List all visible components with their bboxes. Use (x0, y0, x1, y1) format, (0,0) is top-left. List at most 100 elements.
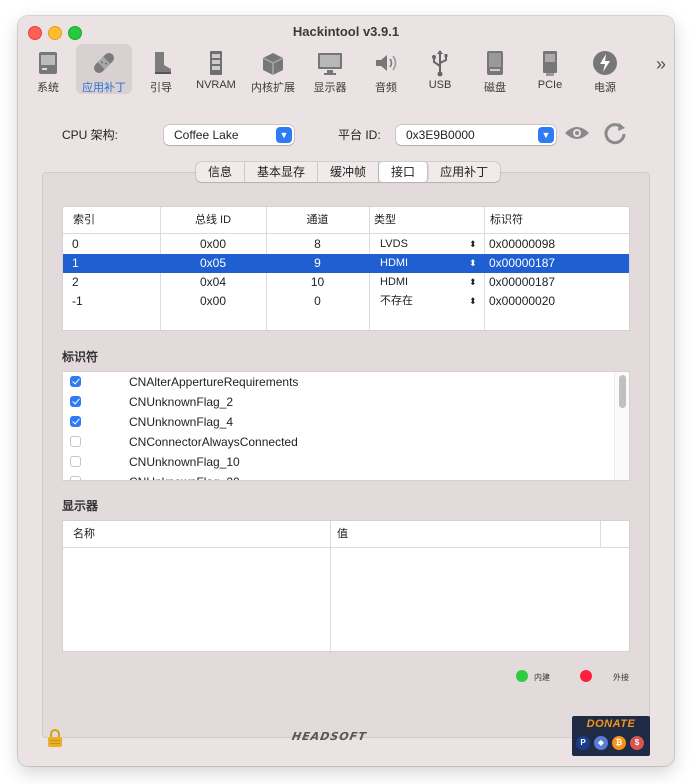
bitcoin-icon: ₿ (612, 736, 626, 750)
bandage-icon (94, 53, 114, 73)
toolbar-item-label: 音频 (375, 82, 397, 94)
usb-icon (432, 50, 448, 77)
toolbar-item-nvram[interactable]: NVRAM (188, 44, 244, 94)
builtin-legend-label: 内建 (534, 673, 550, 682)
toolbar-item-disk[interactable]: 磁盘 (467, 44, 523, 94)
table-row[interactable]: 2 0x04 10 HDMI ⬍ 0x00000187 (63, 273, 629, 292)
flags-section-title: 标识符 (62, 350, 99, 364)
list-item[interactable]: CNAlterAppertureRequirements (63, 372, 615, 392)
column-header-value[interactable]: 值 (337, 521, 348, 547)
flag-checkbox[interactable] (70, 476, 81, 480)
toolbar: 系统 应用补丁 引导 NVRAM 内核扩展 显示器 音频 USB 磁盘 PCIe… (18, 44, 674, 96)
cell-index: 0 (72, 237, 79, 251)
list-item[interactable]: CNUnknownFlag_2 (63, 392, 615, 412)
cell-pipe: 9 (314, 256, 321, 270)
cell-bus-id: 0x04 (199, 275, 227, 289)
column-header-name[interactable]: 名称 (73, 521, 95, 547)
app-window: Hackintool v3.9.1 系统 应用补丁 引导 NVRAM 内核扩展 … (18, 16, 674, 766)
toolbar-item-label: PCIe (537, 79, 563, 91)
cell-flags: 0x00000098 (489, 237, 556, 251)
coin-icon: $ (630, 736, 644, 750)
toolbar-item-usb[interactable]: USB (412, 44, 468, 94)
list-item[interactable]: CNUnknownFlag_10 (63, 452, 615, 472)
cell-flags: 0x00000187 (489, 275, 556, 289)
section-tabs: 信息 基本显存 缓冲帧 接口 应用补丁 (196, 162, 501, 182)
cell-pipe: 10 (310, 275, 325, 289)
cell-bus-id: 0x00 (199, 237, 227, 251)
flags-scrollbar[interactable] (614, 372, 629, 480)
cell-bus-id: 0x00 (199, 294, 227, 308)
toolbar-item-label: NVRAM (196, 79, 236, 91)
flag-label: CNUnknownFlag_4 (129, 415, 234, 429)
displays-section-title: 显示器 (62, 499, 99, 513)
lock-icon[interactable] (46, 728, 64, 748)
toolbar-item-label: 磁盘 (484, 82, 506, 94)
kext-box-icon (262, 53, 284, 75)
tab-info[interactable]: 信息 (196, 162, 246, 182)
column-header-pipe[interactable]: 通道 (266, 207, 369, 233)
nvram-chip-icon (210, 51, 222, 75)
cell-flags: 0x00000187 (489, 256, 556, 270)
toolbar-item-power[interactable]: 电源 (577, 44, 633, 94)
list-item[interactable]: CNConnectorAlwaysConnected (63, 432, 615, 452)
computer-icon (39, 52, 57, 74)
toolbar-item-pcie[interactable]: PCIe (522, 44, 578, 94)
donate-button[interactable]: DONATE P ◆ ₿ $ (572, 716, 650, 756)
flag-checkbox[interactable] (70, 416, 81, 427)
cell-type-select[interactable]: LVDS (380, 235, 408, 254)
platform-id-select[interactable]: 0x3E9B0000 ▼ (396, 125, 556, 145)
cell-type-select[interactable]: HDMI (380, 273, 408, 292)
cell-type-select[interactable]: 不存在 (380, 292, 413, 311)
flag-label: CNAlterAppertureRequirements (129, 375, 299, 389)
flags-scroll-thumb[interactable] (619, 375, 626, 408)
toolbar-item-audio[interactable]: 音频 (358, 44, 414, 94)
list-item[interactable]: CNUnknownFlag_4 (63, 412, 615, 432)
toolbar-item-boot[interactable]: 引导 (133, 44, 189, 94)
headsoft-logo: HEADSOFT (290, 730, 368, 743)
flag-checkbox[interactable] (70, 436, 81, 447)
toolbar-item-label: 系统 (37, 82, 59, 94)
tab-vram[interactable]: 基本显存 (245, 162, 319, 182)
toolbar-item-label: 应用补丁 (82, 82, 126, 94)
flag-label: CNUnknownFlag_2 (129, 395, 234, 409)
flag-checkbox[interactable] (70, 396, 81, 407)
boot-icon (155, 52, 171, 74)
ethereum-icon: ◆ (594, 736, 608, 750)
flag-checkbox[interactable] (70, 376, 81, 387)
toolbar-overflow-button[interactable]: » (656, 54, 666, 75)
tab-connectors[interactable]: 接口 (379, 162, 429, 182)
list-item[interactable]: CNUnknownFlag_20 (63, 472, 615, 480)
platform-id-label: 平台 ID: (338, 128, 381, 142)
eye-icon[interactable] (564, 124, 590, 142)
table-row[interactable]: 0 0x00 8 LVDS ⬍ 0x00000098 (63, 235, 629, 254)
toolbar-item-system[interactable]: 系统 (20, 44, 76, 94)
cpu-architecture-select[interactable]: Coffee Lake ▼ (164, 125, 294, 145)
table-row-selected[interactable]: 1 0x05 9 HDMI ⬍ 0x00000187 (63, 254, 629, 273)
tab-framebuffer[interactable]: 缓冲帧 (318, 162, 380, 182)
title-bar: Hackintool v3.9.1 (18, 16, 674, 46)
tab-patch[interactable]: 应用补丁 (428, 162, 500, 182)
displays-table: 名称 值 (62, 520, 630, 652)
column-header-index[interactable]: 索引 (73, 207, 95, 233)
cell-type-select[interactable]: HDMI (380, 254, 408, 273)
paypal-icon: P (576, 736, 590, 750)
flag-checkbox[interactable] (70, 456, 81, 467)
refresh-icon[interactable] (602, 120, 628, 146)
toolbar-item-kext[interactable]: 内核扩展 (245, 44, 301, 94)
column-header-bus-id[interactable]: 总线 ID (160, 207, 266, 233)
flag-label: CNConnectorAlwaysConnected (129, 435, 298, 449)
flag-label: CNUnknownFlag_20 (129, 472, 240, 480)
toolbar-item-label: 显示器 (313, 82, 347, 94)
toolbar-item-label: USB (428, 79, 452, 91)
table-row[interactable]: -1 0x00 0 不存在 ⬍ 0x00000020 (63, 292, 629, 311)
toolbar-item-display[interactable]: 显示器 (302, 44, 358, 94)
toolbar-item-patch[interactable]: 应用补丁 (76, 44, 132, 94)
flags-list: CNAlterAppertureRequirements CNUnknownFl… (62, 371, 630, 481)
disk-icon (487, 51, 503, 75)
cpu-architecture-label: CPU 架构: (62, 128, 119, 142)
cell-pipe: 0 (314, 294, 321, 308)
cell-index: 2 (72, 275, 79, 289)
pcie-card-icon (543, 51, 557, 76)
column-header-flags[interactable]: 标识符 (490, 207, 523, 233)
column-header-type[interactable]: 类型 (374, 207, 396, 233)
